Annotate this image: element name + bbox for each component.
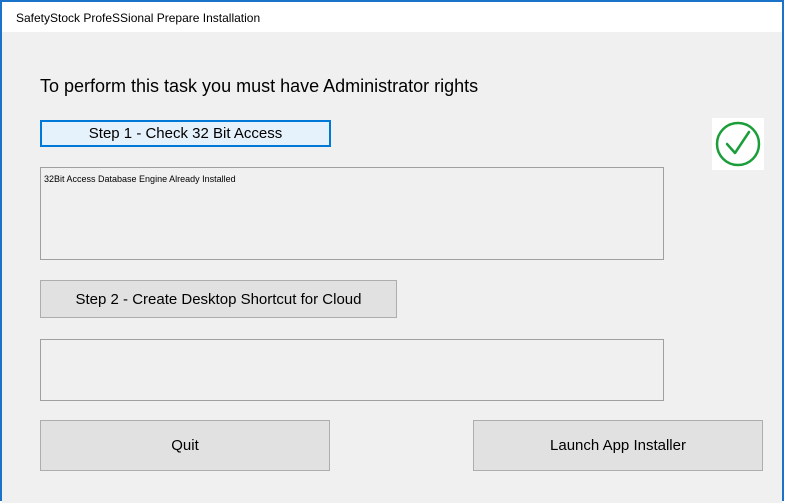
step2-create-shortcut-button[interactable]: Step 2 - Create Desktop Shortcut for Clo… [40,280,397,318]
check-circle-icon-svg [715,121,761,167]
step1-check-access-button[interactable]: Step 1 - Check 32 Bit Access [40,120,331,147]
launch-app-installer-button[interactable]: Launch App Installer [473,420,763,471]
quit-button[interactable]: Quit [40,420,330,471]
client-area: To perform this task you must have Admin… [2,32,782,503]
window-title: SafetyStock ProfeSSional Prepare Install… [16,11,261,25]
check-circle-icon [712,118,764,170]
step1-output-box[interactable]: 32Bit Access Database Engine Already Ins… [40,167,664,260]
step2-output-box[interactable] [40,339,664,401]
step1-output-text: 32Bit Access Database Engine Already Ins… [44,174,236,184]
title-bar[interactable]: SafetyStock ProfeSSional Prepare Install… [2,2,782,32]
installer-window: SafetyStock ProfeSSional Prepare Install… [0,0,784,503]
page-heading: To perform this task you must have Admin… [40,76,479,96]
